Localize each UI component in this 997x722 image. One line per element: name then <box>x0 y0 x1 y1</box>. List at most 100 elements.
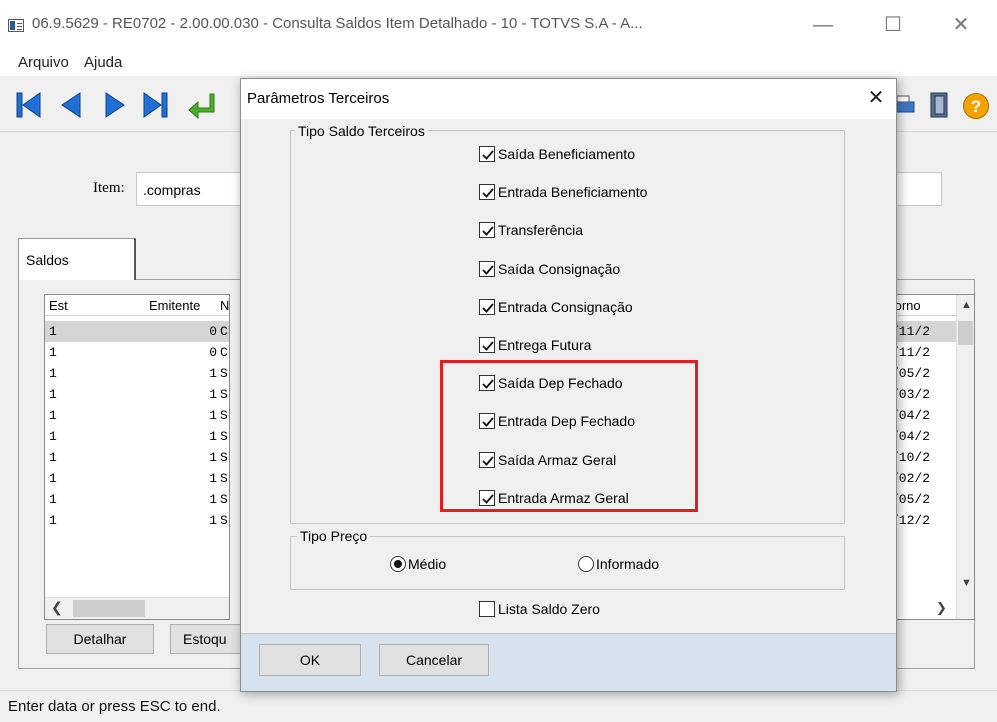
cell-emitente: 1 <box>209 387 217 402</box>
cell-emitente: 0 <box>209 324 217 339</box>
cell-n: S <box>220 492 228 507</box>
radio-informado-circle[interactable] <box>578 556 594 572</box>
cell-emitente: 1 <box>209 408 217 423</box>
checkbox-label: Saída Beneficiamento <box>498 146 635 162</box>
horizontal-scrollbar[interactable]: ❮ <box>45 597 229 619</box>
checkbox-label: Entrada Consignação <box>498 298 633 315</box>
cell-n: S <box>220 450 228 465</box>
menu-bar: Arquivo Ajuda <box>0 50 997 76</box>
cancel-button[interactable]: Cancelar <box>379 644 489 676</box>
cell-emitente: 1 <box>209 471 217 486</box>
group-tipo-saldo-terceiros-label: Tipo Saldo Terceiros <box>295 123 428 139</box>
table-row[interactable]: 1 0C <box>45 321 229 342</box>
detalhar-button[interactable]: Detalhar <box>46 624 154 654</box>
dialog-title: Parâmetros Terceiros <box>247 90 390 107</box>
checkmark-icon <box>482 150 494 160</box>
cell-est: 1 <box>49 324 57 339</box>
cell-emitente: 1 <box>209 492 217 507</box>
window-title: 06.9.5629 - RE0702 - 2.00.00.030 - Consu… <box>32 15 643 32</box>
group-tipo-preco <box>290 536 845 590</box>
dialog-close-button[interactable]: ✕ <box>859 83 893 113</box>
highlight-annotation <box>440 360 698 512</box>
radio-informado-label: Informado <box>596 556 660 572</box>
saldos-grid-right[interactable]: torno /11/2/11/2/05/2/03/2/04/2/04/2/10/… <box>887 294 975 620</box>
checkbox-label: Entrega Futura <box>498 337 592 353</box>
previous-record-icon[interactable] <box>56 90 86 120</box>
group-tipo-preco-label: Tipo Preço <box>297 528 371 544</box>
table-row[interactable]: 11S <box>45 468 229 489</box>
col-n-header[interactable]: N <box>220 298 229 313</box>
checkbox-box[interactable] <box>479 146 495 162</box>
table-row[interactable]: 11S <box>45 489 229 510</box>
estoque-button[interactable]: Estoqu <box>170 624 244 654</box>
col-est-header[interactable]: Est <box>49 298 68 313</box>
cell-emitente: 0 <box>209 345 217 360</box>
cell-n: S <box>220 429 228 444</box>
radio-medio-label: Médio <box>408 556 447 572</box>
checkbox-box[interactable] <box>479 260 495 277</box>
cell-emitente: 1 <box>209 450 217 465</box>
table-row[interactable]: 11S <box>45 363 229 384</box>
cell-est: 1 <box>49 408 57 423</box>
checkbox-lista-saldo-zero-box[interactable] <box>479 601 495 617</box>
first-record-icon[interactable] <box>14 90 44 120</box>
dialog-button-bar: OK Cancelar <box>241 633 896 691</box>
radio-medio-circle[interactable] <box>390 556 406 572</box>
minimize-button[interactable]: — <box>800 8 846 44</box>
checkmark-icon <box>482 265 494 275</box>
menu-ajuda[interactable]: Ajuda <box>84 54 122 71</box>
checkbox-box[interactable] <box>479 337 495 353</box>
last-record-icon[interactable] <box>140 90 170 120</box>
dialog-title-bar: Parâmetros Terceiros ✕ <box>241 79 896 119</box>
table-row[interactable]: 11S <box>45 384 229 405</box>
exit-door-icon[interactable] <box>924 90 954 120</box>
radio-selected-dot <box>394 560 402 568</box>
vertical-scroll-thumb[interactable] <box>958 321 973 345</box>
cell-emitente: 1 <box>209 429 217 444</box>
scroll-left-icon[interactable]: ❮ <box>51 599 63 616</box>
cell-emitente: 1 <box>209 366 217 381</box>
cell-est: 1 <box>49 429 57 444</box>
cell-est: 1 <box>49 387 57 402</box>
next-record-icon[interactable] <box>100 90 130 120</box>
cell-est: 1 <box>49 450 57 465</box>
checkmark-icon <box>482 303 494 313</box>
table-row[interactable]: 11S <box>45 510 229 531</box>
scroll-down-icon[interactable]: ▼ <box>961 577 972 589</box>
scroll-up-icon[interactable]: ▲ <box>961 299 972 311</box>
cell-est: 1 <box>49 492 57 507</box>
parametros-terceiros-dialog: Parâmetros Terceiros ✕ Tipo Saldo Tercei… <box>240 78 897 692</box>
cell-n: S <box>220 471 228 486</box>
cell-n: S <box>220 513 228 528</box>
scroll-right-icon[interactable]: ❯ <box>936 600 947 616</box>
table-row[interactable]: 1 0C <box>45 342 229 363</box>
title-bar: 06.9.5629 - RE0702 - 2.00.00.030 - Consu… <box>0 0 997 50</box>
col-emitente-header[interactable]: Emitente <box>149 298 200 313</box>
horizontal-scroll-thumb[interactable] <box>73 600 145 617</box>
table-row[interactable]: 11S <box>45 447 229 468</box>
checkbox-box[interactable] <box>479 298 495 315</box>
close-window-button[interactable]: ✕ <box>938 8 984 44</box>
help-icon[interactable]: ? <box>962 92 990 120</box>
app-icon <box>8 19 24 32</box>
table-row[interactable]: 11S <box>45 405 229 426</box>
table-row[interactable]: 11S <box>45 426 229 447</box>
cell-est: 1 <box>49 513 57 528</box>
checkmark-icon <box>482 341 494 351</box>
tab-saldos[interactable]: Saldos <box>18 238 136 280</box>
cell-n: S <box>220 387 228 402</box>
cell-n: C <box>220 345 228 360</box>
cell-n: S <box>220 366 228 381</box>
checkbox-label: Saída Consignação <box>498 260 621 277</box>
saldos-grid[interactable]: Est Emitente N 10C10C11S11S11S11S11S11S1… <box>44 294 230 620</box>
ok-button[interactable]: OK <box>259 644 361 676</box>
item-input[interactable]: .compras <box>136 172 242 206</box>
checkbox-box[interactable] <box>479 222 495 239</box>
vertical-scrollbar[interactable]: ▲ ▼ <box>956 295 974 619</box>
checkbox-box[interactable] <box>479 184 495 201</box>
checkbox-label: Entrada Beneficiamento <box>498 184 648 201</box>
enter-arrow-icon[interactable] <box>186 90 216 120</box>
menu-arquivo[interactable]: Arquivo <box>18 54 69 71</box>
checkmark-icon <box>482 188 494 199</box>
maximize-button[interactable]: ☐ <box>870 8 916 44</box>
